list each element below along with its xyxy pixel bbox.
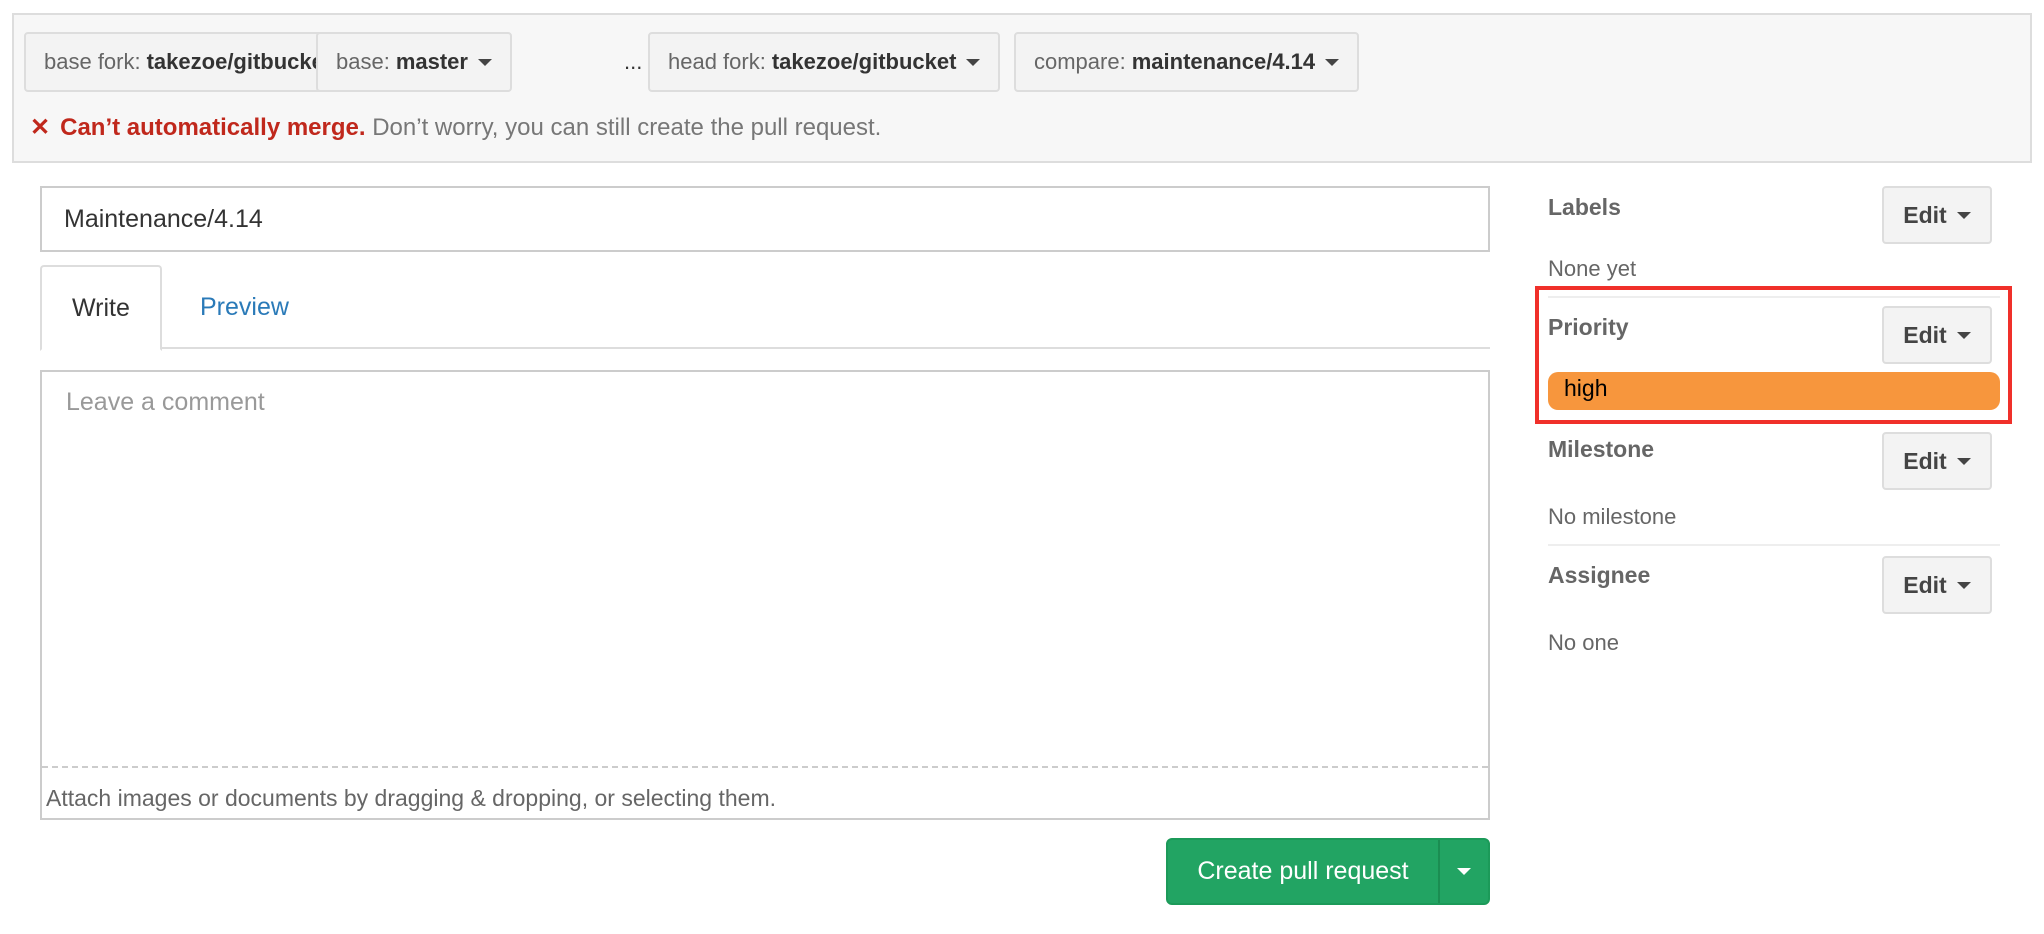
compare-branch-selector[interactable]: compare: maintenance/4.14 bbox=[1014, 32, 1360, 92]
editor-tabs: Write Preview bbox=[40, 265, 1490, 351]
caret-down-icon bbox=[1457, 868, 1471, 875]
compare-value: maintenance/4.14 bbox=[1131, 49, 1316, 74]
create-options-dropdown[interactable] bbox=[1440, 840, 1488, 903]
caret-down-icon bbox=[966, 58, 981, 66]
milestone-heading: Milestone bbox=[1548, 436, 1655, 462]
assignee-heading: Assignee bbox=[1548, 562, 1651, 588]
x-icon: ✕ bbox=[30, 114, 51, 141]
assignee-value: No one bbox=[1548, 630, 1619, 655]
tab-preview[interactable]: Preview bbox=[170, 265, 319, 349]
comment-box: Attach images or documents by dragging &… bbox=[40, 370, 1490, 820]
tab-write[interactable]: Write bbox=[40, 265, 162, 351]
merge-status: ✕ Can’t automatically merge. Don’t worry,… bbox=[30, 113, 881, 142]
caret-down-icon bbox=[1325, 58, 1340, 66]
compare-bar: base fork: takezoe/gitbucket base: master … bbox=[12, 13, 2032, 163]
highlight-box bbox=[1535, 286, 2012, 424]
labels-edit-button[interactable]: Edit bbox=[1882, 186, 1992, 244]
caret-down-icon bbox=[1956, 457, 1971, 465]
divider bbox=[1548, 544, 2000, 546]
caret-down-icon bbox=[1956, 581, 1971, 589]
merge-status-message: Don’t worry, you can still create the pu… bbox=[372, 114, 882, 141]
create-pull-request-button-group: Create pull request bbox=[1166, 838, 1490, 905]
base-label: base: bbox=[336, 49, 390, 74]
labels-heading: Labels bbox=[1548, 194, 1621, 220]
attach-hint[interactable]: Attach images or documents by dragging &… bbox=[42, 773, 1488, 824]
base-branch-selector[interactable]: base: master bbox=[316, 32, 512, 92]
create-pull-request-button[interactable]: Create pull request bbox=[1168, 840, 1440, 903]
base-fork-label: base fork: bbox=[44, 49, 141, 74]
head-fork-selector[interactable]: head fork: takezoe/gitbucket bbox=[648, 32, 1001, 92]
separator: ... bbox=[624, 49, 643, 74]
labels-value: None yet bbox=[1548, 256, 1637, 281]
head-fork-value: takezoe/gitbucket bbox=[771, 49, 957, 74]
base-fork-value: takezoe/gitbucket bbox=[146, 49, 332, 74]
title-input[interactable] bbox=[40, 186, 1490, 252]
head-fork-label: head fork: bbox=[668, 49, 766, 74]
milestone-edit-button[interactable]: Edit bbox=[1882, 432, 1992, 490]
milestone-value: No milestone bbox=[1548, 504, 1677, 529]
merge-status-title: Can’t automatically merge. bbox=[60, 114, 366, 141]
assignee-edit-button[interactable]: Edit bbox=[1882, 556, 1992, 614]
caret-down-icon bbox=[1956, 211, 1971, 219]
base-value: master bbox=[395, 49, 468, 74]
compare-label: compare: bbox=[1034, 49, 1126, 74]
comment-textarea[interactable] bbox=[42, 372, 1488, 768]
caret-down-icon bbox=[477, 58, 492, 66]
